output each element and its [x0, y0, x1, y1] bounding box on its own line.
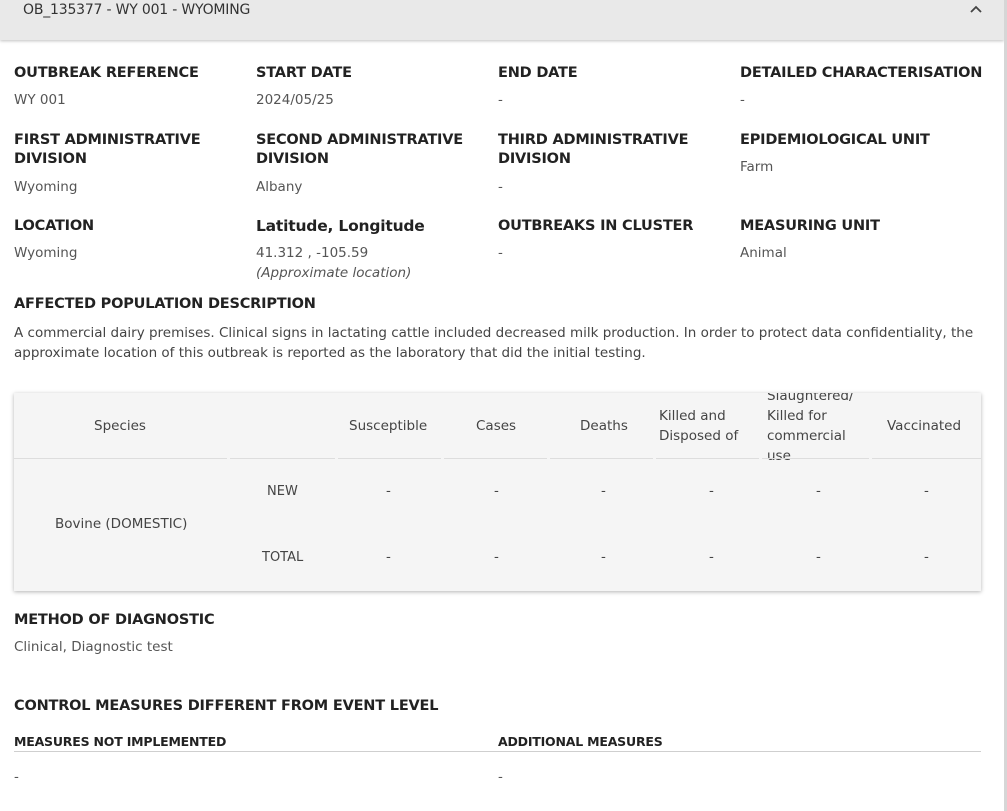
location-value: Wyoming: [14, 245, 78, 261]
approximate-location-note: (Approximate location): [256, 265, 412, 281]
start-date-value: 2024/05/25: [256, 92, 334, 108]
first-admin-division-value: Wyoming: [14, 179, 78, 195]
affected-population-description: A commercial dairy premises. Clinical si…: [14, 325, 974, 361]
column-header-susceptible: Susceptible: [349, 418, 428, 434]
header-separator: [550, 458, 653, 459]
table-cell: -: [494, 549, 499, 565]
header-separator: [230, 458, 335, 459]
header-separator: [656, 458, 759, 459]
table-cell: -: [924, 483, 929, 499]
row-label-new: NEW: [267, 484, 298, 499]
third-admin-division-label: THIRD ADMINISTRATIVE DIVISION: [498, 132, 689, 167]
column-header-killed-disposed: Killed and Disposed of: [659, 408, 739, 444]
outbreak-reference-value: WY 001: [14, 92, 66, 108]
additional-measures-label: ADDITIONAL MEASURES: [498, 734, 663, 749]
location-label: LOCATION: [14, 218, 94, 234]
table-cell: -: [816, 549, 821, 565]
header-separator: [14, 458, 227, 459]
measures-not-implemented-label: MEASURES NOT IMPLEMENTED: [14, 734, 227, 749]
first-admin-division-label: FIRST ADMINISTRATIVE DIVISION: [14, 132, 201, 167]
measures-not-implemented-value: -: [14, 769, 19, 785]
species-table: Species Susceptible Cases Deaths Killed …: [14, 393, 981, 591]
column-header-vaccinated: Vaccinated: [887, 418, 962, 434]
header-separator: [338, 458, 441, 459]
measures-divider: [14, 751, 981, 752]
table-cell: -: [816, 483, 821, 499]
header-separator: [762, 458, 869, 459]
start-date-label: START DATE: [256, 65, 352, 81]
second-admin-division-label: SECOND ADMINISTRATIVE DIVISION: [256, 132, 463, 167]
additional-measures-value: -: [498, 769, 503, 785]
epidemiological-unit-label: EPIDEMIOLOGICAL UNIT: [740, 132, 930, 148]
column-header-deaths: Deaths: [580, 418, 628, 434]
detailed-characterisation-value: -: [740, 92, 745, 108]
lat-long-label: Latitude, Longitude: [256, 217, 425, 235]
affected-population-label: AFFECTED POPULATION DESCRIPTION: [14, 296, 316, 312]
outbreaks-in-cluster-label: OUTBREAKS IN CLUSTER: [498, 218, 694, 234]
measuring-unit-value: Animal: [740, 245, 787, 261]
method-of-diagnostic-value: Clinical, Diagnostic test: [14, 639, 173, 655]
second-admin-division-value: Albany: [256, 179, 303, 195]
table-cell: -: [386, 483, 391, 499]
epidemiological-unit-value: Farm: [740, 159, 774, 175]
table-cell: -: [924, 549, 929, 565]
detailed-characterisation-label: DETAILED CHARACTERISATION: [740, 65, 983, 81]
table-cell: -: [601, 549, 606, 565]
control-measures-title: CONTROL MEASURES DIFFERENT FROM EVENT LE…: [14, 698, 439, 714]
outbreaks-in-cluster-value: -: [498, 245, 503, 261]
measuring-unit-label: MEASURING UNIT: [740, 218, 880, 234]
end-date-value: -: [498, 92, 503, 108]
table-cell: -: [494, 483, 499, 499]
column-header-slaughtered: Slaughtered/ Killed for commercial use: [767, 393, 854, 464]
column-header-cases: Cases: [476, 418, 517, 434]
table-cell: -: [709, 549, 714, 565]
header-separator: [872, 458, 981, 459]
method-of-diagnostic-label: METHOD OF DIAGNOSTIC: [14, 612, 215, 628]
chevron-up-icon[interactable]: [967, 1, 985, 19]
third-admin-division-value: -: [498, 179, 503, 195]
species-name: Bovine (DOMESTIC): [55, 516, 188, 532]
table-cell: -: [386, 549, 391, 565]
outbreak-title: OB_135377 - WY 001 - WYOMING: [23, 2, 251, 18]
column-header-species: Species: [94, 418, 146, 434]
header-separator: [444, 458, 547, 459]
row-label-total: TOTAL: [262, 550, 304, 565]
outbreak-header[interactable]: OB_135377 - WY 001 - WYOMING: [0, 0, 1004, 40]
end-date-label: END DATE: [498, 65, 578, 81]
lat-long-value: 41.312 , -105.59: [256, 245, 369, 261]
table-cell: -: [709, 483, 714, 499]
outbreak-reference-label: OUTBREAK REFERENCE: [14, 65, 199, 81]
table-cell: -: [601, 483, 606, 499]
